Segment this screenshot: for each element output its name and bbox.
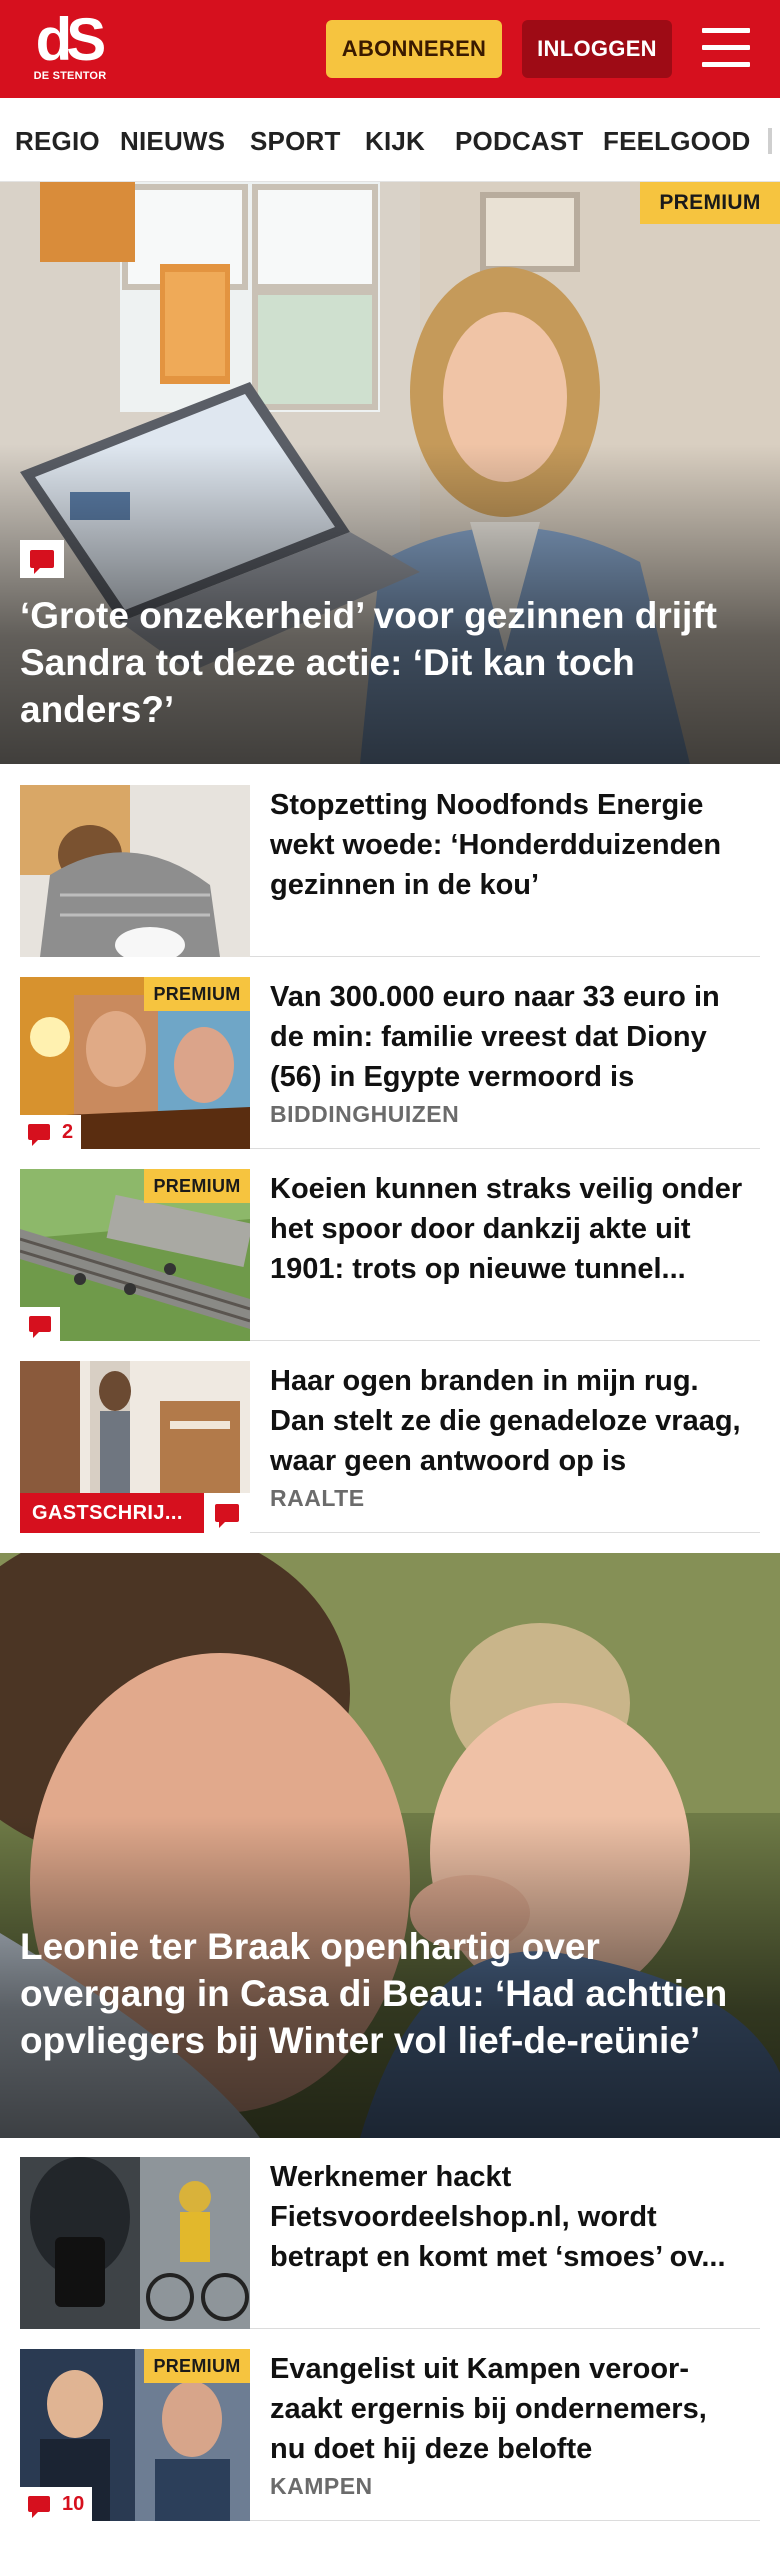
nav-item-regio[interactable]: REGIO: [15, 126, 100, 157]
comments-icon: [215, 1504, 239, 1528]
premium-badge: PREMIUM: [640, 182, 780, 224]
article-headline[interactable]: Werknemer hackt Fietsvoordeelshop.nl, wo…: [270, 2157, 750, 2277]
nav-item-nieuws[interactable]: NIEUWS: [120, 126, 225, 157]
article-thumbnail: PREMIUM: [20, 1169, 250, 1341]
hero-article-2[interactable]: Leonie ter Braak openhartig over overgan…: [0, 1553, 780, 2138]
article-thumbnail: [20, 2157, 250, 2329]
nav-item-kijk[interactable]: KIJK: [365, 126, 425, 157]
article-headline[interactable]: Evangelist uit Kampen veroor-zaakt erger…: [270, 2349, 750, 2469]
nav-item-sport[interactable]: SPORT: [250, 126, 341, 157]
list-item[interactable]: PREMIUM 2 Van 300.000 euro naar 33 euro …: [20, 977, 760, 1149]
comments-icon-box[interactable]: [20, 1307, 60, 1341]
article-headline[interactable]: Van 300.000 euro naar 33 euro in de min:…: [270, 977, 750, 1097]
login-button[interactable]: INLOGGEN: [522, 20, 672, 78]
list-item[interactable]: PREMIUM Koeien kunnen straks veilig onde…: [20, 1169, 760, 1341]
list-item[interactable]: GASTSCHRIJ... Haar ogen branden in mijn …: [20, 1361, 760, 1533]
subscribe-button[interactable]: ABONNEREN: [326, 20, 502, 78]
comments-icon: [29, 1316, 51, 1338]
nav-item-podcast[interactable]: PODCAST: [455, 126, 584, 157]
hero-headline-2[interactable]: Leonie ter Braak openhartig over overgan…: [20, 1923, 750, 2064]
article-thumbnail: GASTSCHRIJ...: [20, 1361, 250, 1533]
article-location: BIDDINGHUIZEN: [270, 1101, 460, 1127]
site-logo[interactable]: dS DE STENTOR: [30, 6, 110, 90]
guest-writer-tag: GASTSCHRIJ...: [20, 1493, 204, 1533]
comments-icon: [28, 1124, 50, 1146]
nav-item-feelgood[interactable]: FEELGOOD: [603, 126, 751, 157]
article-thumbnail: [20, 785, 250, 957]
list-item[interactable]: PREMIUM 10 Evangelist uit Kampen veroor-…: [20, 2349, 760, 2521]
hero-headline-1[interactable]: ‘Grote onzekerheid’ voor gezinnen drijft…: [20, 592, 740, 733]
article-location: RAALTE: [270, 1485, 365, 1511]
comments-icon: [28, 2496, 50, 2518]
comment-count[interactable]: 2: [20, 1115, 82, 1149]
premium-badge: PREMIUM: [144, 1169, 250, 1203]
article-thumbnail: PREMIUM 10: [20, 2349, 250, 2521]
article-location: KAMPEN: [270, 2473, 373, 2499]
hamburger-menu-icon[interactable]: [700, 26, 752, 70]
nav-overflow-hint: [768, 128, 772, 154]
section-nav: REGIO NIEUWS SPORT KIJK PODCAST FEELGOOD: [0, 98, 780, 182]
article-headline[interactable]: Haar ogen branden in mijn rug. Dan stelt…: [270, 1361, 750, 1481]
comment-count[interactable]: 10: [20, 2487, 93, 2521]
comments-icon: [20, 540, 64, 578]
logo-subtitle: DE STENTOR: [33, 70, 107, 82]
list-item[interactable]: Stopzetting Noodfonds Energie wekt woede…: [20, 785, 760, 957]
hero-article-1[interactable]: PREMIUM ‘Grote onzekerheid’ voor gezinne…: [0, 182, 780, 764]
list-item[interactable]: Werknemer hackt Fietsvoordeelshop.nl, wo…: [20, 2157, 760, 2329]
premium-badge: PREMIUM: [144, 977, 250, 1011]
site-header: dS DE STENTOR ABONNEREN INLOGGEN: [0, 0, 780, 98]
article-thumbnail: PREMIUM 2: [20, 977, 250, 1149]
comments-icon-box[interactable]: [204, 1493, 250, 1533]
premium-badge: PREMIUM: [144, 2349, 250, 2383]
article-headline[interactable]: Stopzetting Noodfonds Energie wekt woede…: [270, 785, 750, 905]
article-headline[interactable]: Koeien kunnen straks veilig onder het sp…: [270, 1169, 750, 1289]
logo-mark: dS: [35, 6, 107, 73]
